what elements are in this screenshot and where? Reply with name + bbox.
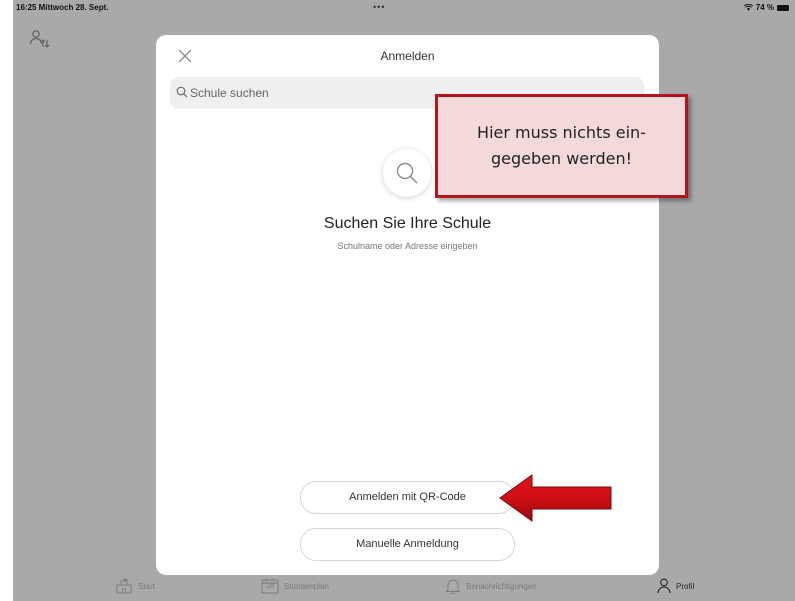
- magnifier-icon: [396, 162, 418, 184]
- bell-icon: [445, 579, 461, 594]
- calendar-icon: 28: [261, 578, 279, 594]
- status-right: 74 %: [743, 3, 789, 12]
- home-icon: [116, 578, 132, 594]
- annotation-callout: Hier muss nichts ein- gegeben werden!: [435, 94, 688, 198]
- annotation-arrow-icon: [499, 474, 612, 522]
- tab-label: Stundenplan: [284, 581, 329, 591]
- search-icon: [176, 86, 188, 98]
- tab-label: Benachrichtigungen: [466, 581, 537, 591]
- empty-state-subtitle: Schulname oder Adresse eingeben: [337, 241, 478, 251]
- tab-label: Profil: [676, 581, 695, 591]
- person-icon: [657, 578, 671, 594]
- screenshot-frame: 16:25 Mittwoch 28. Sept. ••• 74 % Anmeld…: [0, 0, 795, 601]
- empty-state-title: Suchen Sie Ihre Schule: [323, 215, 492, 232]
- status-bar: 16:25 Mittwoch 28. Sept. ••• 74 %: [13, 0, 795, 14]
- tab-benachrichtigungen[interactable]: Benachrichtigungen: [445, 578, 537, 594]
- empty-state-search-badge: [383, 149, 431, 197]
- battery-percent: 74 %: [755, 3, 774, 12]
- tab-bar: Start 28 Stundenplan Benachrichtigungen: [13, 572, 795, 601]
- status-time-date: 16:25 Mittwoch 28. Sept.: [16, 3, 109, 12]
- callout-text: Hier muss nichts ein- gegeben werden!: [477, 123, 646, 168]
- ipad-screen: 16:25 Mittwoch 28. Sept. ••• 74 % Anmeld…: [13, 0, 795, 601]
- tab-start[interactable]: Start: [115, 578, 155, 594]
- calendar-day-number: 28: [266, 583, 274, 590]
- qr-login-button[interactable]: Anmelden mit QR-Code: [300, 481, 515, 514]
- battery-icon: [777, 4, 789, 11]
- wifi-icon: [743, 4, 753, 11]
- search-placeholder: Schule suchen: [190, 86, 269, 100]
- manual-login-button[interactable]: Manuelle Anmeldung: [300, 528, 515, 561]
- account-switch-icon[interactable]: [28, 28, 50, 50]
- tab-label: Start: [138, 581, 155, 591]
- tab-profil[interactable]: Profil: [657, 578, 694, 594]
- multitasking-dots[interactable]: •••: [373, 2, 385, 12]
- dialog-title: Anmelden: [380, 49, 435, 63]
- tab-stundenplan[interactable]: 28 Stundenplan: [261, 578, 329, 594]
